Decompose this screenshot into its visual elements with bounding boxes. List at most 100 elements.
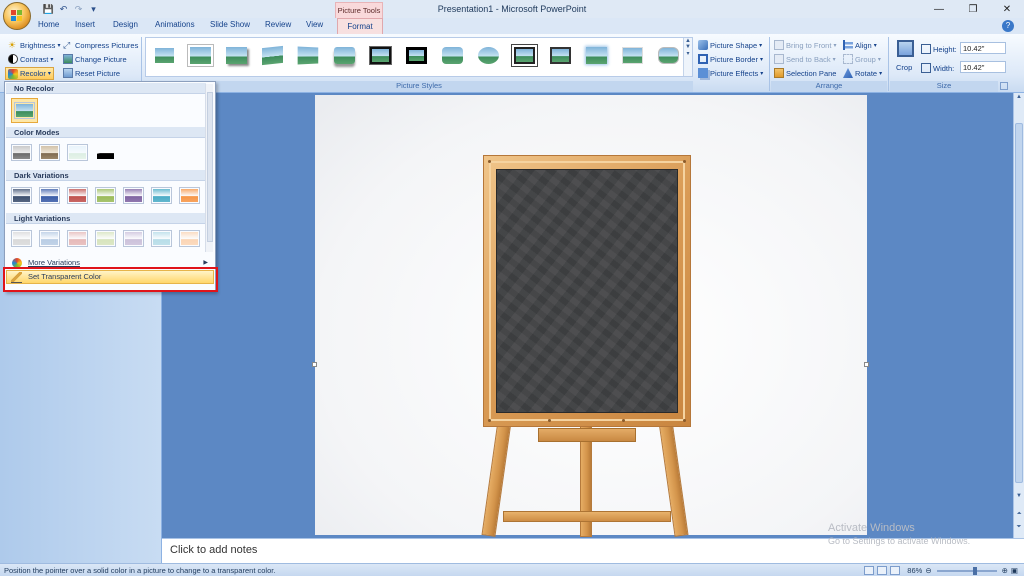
- scroll-thumb[interactable]: [1015, 123, 1023, 483]
- light-variation-swatch[interactable]: [11, 230, 32, 247]
- style-thumb[interactable]: [403, 44, 430, 67]
- align-button[interactable]: Align ▾: [843, 39, 877, 51]
- light-variation-swatch[interactable]: [39, 230, 60, 247]
- picture-effects-button[interactable]: Picture Effects ▾: [698, 67, 763, 79]
- crop-label: Crop: [896, 63, 913, 72]
- minimize-icon[interactable]: —: [922, 0, 956, 18]
- picture-border-button[interactable]: Picture Border ▾: [698, 53, 763, 65]
- next-slide-icon[interactable]: ⏷: [1014, 524, 1024, 534]
- width-field[interactable]: 10.42": [960, 61, 1006, 73]
- dark-variation-swatch[interactable]: [123, 187, 144, 204]
- fit-slide-icon[interactable]: ▣: [1011, 566, 1018, 575]
- picture-styles-gallery[interactable]: ▲ ▼ ▾: [145, 37, 693, 77]
- dark-variation-swatch[interactable]: [39, 187, 60, 204]
- recolor-button[interactable]: Recolor ▾: [5, 67, 54, 80]
- light-variation-swatch[interactable]: [95, 230, 116, 247]
- tab-design[interactable]: Design: [113, 20, 138, 29]
- group-button[interactable]: Group ▾: [843, 53, 881, 65]
- scroll-down-icon[interactable]: ▼: [1014, 493, 1024, 503]
- zoom-in-icon[interactable]: ⊕: [1002, 566, 1008, 575]
- tab-home[interactable]: Home: [38, 20, 59, 29]
- bring-to-front-button[interactable]: Bring to Front ▾: [774, 39, 836, 51]
- washout-swatch[interactable]: [67, 144, 88, 161]
- dropdown-scrollbar[interactable]: [205, 84, 213, 252]
- resize-handle[interactable]: [312, 362, 317, 367]
- reset-picture-button[interactable]: Reset Picture: [63, 67, 120, 79]
- contrast-icon: [8, 54, 18, 64]
- compress-pictures-button[interactable]: ⤢ Compress Pictures: [63, 39, 138, 51]
- zoom-out-icon[interactable]: ⊖: [925, 566, 931, 575]
- easel-picture[interactable]: [481, 155, 691, 537]
- contrast-button[interactable]: Contrast ▾: [8, 53, 53, 65]
- normal-view-icon[interactable]: [864, 566, 875, 575]
- tab-slide-show[interactable]: Slide Show: [210, 20, 250, 29]
- restore-icon[interactable]: ❐: [956, 0, 990, 18]
- zoom-slider[interactable]: [936, 566, 997, 575]
- rotate-button[interactable]: Rotate ▾: [843, 67, 882, 79]
- style-thumb[interactable]: [655, 44, 682, 67]
- dark-variation-swatch[interactable]: [67, 187, 88, 204]
- light-variation-swatch[interactable]: [67, 230, 88, 247]
- style-thumb[interactable]: [331, 44, 358, 67]
- style-thumb[interactable]: [475, 44, 502, 67]
- compress-icon: ⤢: [63, 40, 71, 50]
- status-bar: Position the pointer over a solid color …: [0, 563, 1024, 576]
- tab-animations[interactable]: Animations: [155, 20, 195, 29]
- picture-shape-button[interactable]: Picture Shape ▾: [698, 39, 762, 51]
- style-thumb[interactable]: [583, 44, 610, 67]
- tab-review[interactable]: Review: [265, 20, 291, 29]
- office-button[interactable]: [3, 2, 31, 30]
- style-thumb[interactable]: [223, 44, 250, 67]
- style-thumb[interactable]: [439, 44, 466, 67]
- tab-format[interactable]: Format: [337, 18, 383, 35]
- light-variation-swatch[interactable]: [151, 230, 172, 247]
- style-thumb[interactable]: [295, 44, 322, 67]
- bring-front-label: Bring to Front: [786, 40, 832, 50]
- size-dialog-launcher-icon[interactable]: [1000, 82, 1008, 90]
- tab-view[interactable]: View: [306, 20, 323, 29]
- black-white-swatch[interactable]: [95, 144, 116, 161]
- gallery-scroll[interactable]: ▲ ▼ ▾: [683, 38, 692, 76]
- brightness-button[interactable]: ☀ Brightness ▾: [8, 39, 60, 51]
- activate-windows-watermark: Activate Windows Go to Settings to activ…: [828, 522, 970, 548]
- tab-insert[interactable]: Insert: [75, 20, 95, 29]
- resize-handle[interactable]: [864, 362, 869, 367]
- grayscale-swatch[interactable]: [11, 144, 32, 161]
- title-bar: 💾 ↶ ↷ ▾ Picture Tools Presentation1 - Mi…: [0, 0, 1024, 18]
- style-thumb[interactable]: [151, 44, 178, 67]
- zoom-level[interactable]: 86%: [907, 566, 922, 575]
- recolor-dropdown: No Recolor Color Modes Dark Variations L…: [4, 81, 216, 292]
- bring-front-icon: [774, 40, 784, 50]
- change-picture-button[interactable]: Change Picture: [63, 53, 127, 65]
- sepia-swatch[interactable]: [39, 144, 60, 161]
- style-thumb[interactable]: [367, 44, 394, 67]
- close-icon[interactable]: ✕: [990, 0, 1024, 18]
- vertical-scrollbar[interactable]: ▲ ▼ ⏶ ⏷: [1013, 93, 1024, 538]
- dark-variation-swatch[interactable]: [11, 187, 32, 204]
- style-thumb[interactable]: [619, 44, 646, 67]
- style-thumb[interactable]: [187, 44, 214, 67]
- style-thumb[interactable]: [511, 44, 538, 67]
- help-icon[interactable]: ?: [1002, 20, 1014, 32]
- scroll-up-icon[interactable]: ▲: [1014, 94, 1024, 104]
- prev-slide-icon[interactable]: ⏶: [1014, 511, 1024, 521]
- selection-pane-button[interactable]: Selection Pane: [774, 67, 836, 79]
- send-back-icon: [774, 54, 784, 64]
- slide-sorter-icon[interactable]: [877, 566, 888, 575]
- light-variation-swatch[interactable]: [123, 230, 144, 247]
- style-thumb[interactable]: [547, 44, 574, 67]
- style-thumb[interactable]: [259, 44, 286, 67]
- crop-button[interactable]: Crop: [894, 39, 918, 77]
- light-variation-swatch[interactable]: [179, 230, 200, 247]
- dark-variation-swatch[interactable]: [151, 187, 172, 204]
- slide-show-icon[interactable]: [890, 566, 901, 575]
- height-field[interactable]: 10.42": [960, 42, 1006, 54]
- crop-icon: [897, 40, 914, 57]
- no-recolor-option[interactable]: [11, 98, 38, 123]
- set-transparent-color-item[interactable]: Set Transparent Color: [6, 270, 214, 284]
- easel-shelf: [538, 428, 636, 442]
- send-to-back-button[interactable]: Send to Back ▾: [774, 53, 836, 65]
- window-controls: — ❐ ✕: [922, 0, 1024, 18]
- dark-variation-swatch[interactable]: [179, 187, 200, 204]
- dark-variation-swatch[interactable]: [95, 187, 116, 204]
